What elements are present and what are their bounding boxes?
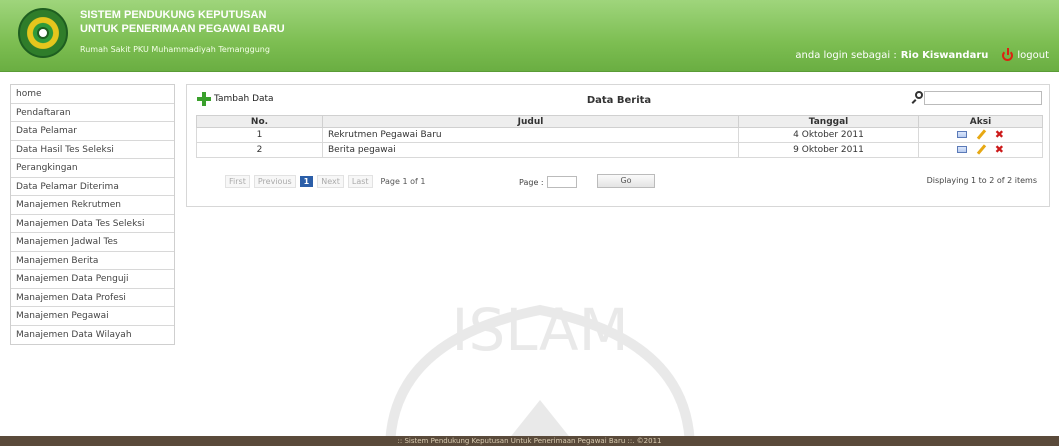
logo-icon	[18, 8, 68, 58]
app-subtitle: Rumah Sakit PKU Muhammadiyah Temanggung	[80, 45, 270, 54]
sidebar-item-perangkingan[interactable]: Perangkingan	[11, 159, 174, 178]
cell-tanggal: 4 Oktober 2011	[738, 127, 919, 143]
last-page-button[interactable]: Last	[347, 175, 373, 188]
sidebar-item-berita[interactable]: Manajemen Berita	[11, 252, 174, 270]
sidebar-item-tes-seleksi[interactable]: Manajemen Data Tes Seleksi	[11, 215, 174, 233]
sidebar-item-home[interactable]: home	[11, 85, 174, 104]
sidebar-item-penguji[interactable]: Manajemen Data Penguji	[11, 270, 174, 289]
sidebar-item-data-pelamar[interactable]: Data Pelamar	[11, 122, 174, 141]
delete-icon[interactable]: ✖	[995, 129, 1004, 140]
footer-text: :: Sistem Pendukung Keputusan Untuk Pene…	[397, 437, 662, 445]
sidebar-item-pendaftaran[interactable]: Pendaftaran	[11, 104, 174, 122]
next-page-button[interactable]: Next	[317, 175, 344, 188]
first-page-button[interactable]: First	[225, 175, 250, 188]
page-number-input[interactable]	[546, 176, 577, 188]
page-of-text: Page 1 of 1	[380, 177, 426, 186]
sidebar-item-pegawai[interactable]: Manajemen Pegawai	[11, 307, 174, 326]
edit-icon[interactable]	[976, 145, 986, 155]
sidebar-menu: home Pendaftaran Data Pelamar Data Hasil…	[10, 84, 175, 345]
display-count: Displaying 1 to 2 of 2 items	[926, 176, 1037, 185]
footer-bar: :: Sistem Pendukung Keputusan Untuk Pene…	[0, 436, 1059, 446]
sidebar-item-jadwal-tes[interactable]: Manajemen Jadwal Tes	[11, 233, 174, 252]
content-panel: Tambah Data Data Berita No. Judul Tangga…	[186, 84, 1050, 207]
login-info: anda login sebagai : Rio Kiswandaru logo…	[795, 48, 1049, 61]
view-icon[interactable]	[957, 146, 968, 154]
pagination: First Previous 1 Next Last Page 1 of 1	[225, 175, 425, 188]
sidebar-item-hasil-tes[interactable]: Data Hasil Tes Seleksi	[11, 141, 174, 159]
cell-no: 1	[196, 127, 323, 143]
current-page-button[interactable]: 1	[299, 176, 314, 187]
cell-tanggal: 9 Oktober 2011	[738, 142, 919, 158]
table-header-row: No. Judul Tanggal Aksi	[196, 115, 1043, 128]
col-no[interactable]: No.	[196, 115, 323, 128]
app-title: SISTEM PENDUKUNG KEPUTUSAN UNTUK PENERIM…	[80, 8, 340, 36]
page-jump: Page :	[519, 176, 577, 188]
power-icon[interactable]	[1002, 48, 1014, 61]
login-user: Rio Kiswandaru	[900, 50, 989, 61]
sidebar-item-profesi[interactable]: Manajemen Data Profesi	[11, 289, 174, 307]
app-title-line2: UNTUK PENERIMAAN PEGAWAI BARU	[80, 23, 285, 35]
cell-aksi: ✖	[918, 127, 1043, 143]
news-table: No. Judul Tanggal Aksi 1 Rekrutmen Pegaw…	[196, 115, 1043, 158]
app-title-line1: SISTEM PENDUKUNG KEPUTUSAN	[80, 9, 267, 21]
cell-judul: Berita pegawai	[322, 142, 739, 158]
edit-icon[interactable]	[976, 130, 986, 140]
cell-aksi: ✖	[918, 142, 1043, 158]
sidebar-item-wilayah[interactable]: Manajemen Data Wilayah	[11, 326, 174, 345]
col-tanggal[interactable]: Tanggal	[738, 115, 919, 128]
cell-judul: Rekrutmen Pegawai Baru	[322, 127, 739, 143]
cell-no: 2	[196, 142, 323, 158]
watermark-text: ISLAM	[451, 296, 628, 364]
table-row: 2 Berita pegawai 9 Oktober 2011 ✖	[196, 142, 1043, 158]
sidebar-item-rekrutmen[interactable]: Manajemen Rekrutmen	[11, 196, 174, 215]
header-bar: SISTEM PENDUKUNG KEPUTUSAN UNTUK PENERIM…	[0, 0, 1059, 72]
logout-link[interactable]: logout	[1017, 50, 1049, 61]
watermark-logo: ISLAM	[385, 296, 695, 446]
login-prefix: anda login sebagai :	[795, 50, 897, 61]
table-row: 1 Rekrutmen Pegawai Baru 4 Oktober 2011 …	[196, 127, 1043, 143]
col-aksi: Aksi	[918, 115, 1043, 128]
go-button[interactable]: Go	[597, 174, 655, 188]
app-root: SISTEM PENDUKUNG KEPUTUSAN UNTUK PENERIM…	[0, 0, 1059, 446]
search-icon	[915, 91, 923, 99]
previous-page-button[interactable]: Previous	[253, 175, 296, 188]
col-judul[interactable]: Judul	[322, 115, 739, 128]
delete-icon[interactable]: ✖	[995, 144, 1004, 155]
search-input[interactable]	[924, 91, 1042, 105]
page-label: Page :	[519, 177, 544, 187]
view-icon[interactable]	[957, 131, 968, 139]
sidebar-item-pelamar-diterima[interactable]: Data Pelamar Diterima	[11, 178, 174, 196]
